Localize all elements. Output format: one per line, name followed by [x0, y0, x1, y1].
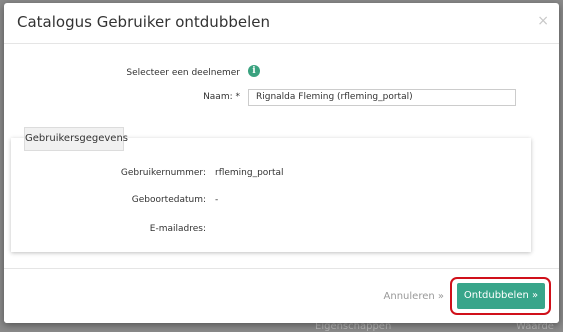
birthdate-value: -	[215, 195, 219, 205]
user-details-title: Gebruikersgegevens	[24, 127, 128, 151]
user-number-label: Gebruikernummer:	[120, 168, 206, 178]
dialog-header: Catalogus Gebruiker ontdubbelen ×	[4, 3, 559, 44]
dialog-body: Selecteer een deelnemer i Naam: * Rignal…	[4, 44, 559, 272]
cancel-button[interactable]: Annuleren »	[384, 291, 444, 302]
dialog-title: Catalogus Gebruiker ontdubbelen	[17, 13, 270, 31]
dialog-footer: Annuleren » Ontdubbelen »	[4, 268, 559, 323]
info-icon[interactable]: i	[248, 65, 260, 77]
select-participant-label: Selecteer een deelnemer	[126, 68, 240, 78]
name-label: Naam: *	[203, 92, 240, 102]
merge-button[interactable]: Ontdubbelen »	[457, 283, 545, 309]
email-label: E-mailadres:	[149, 224, 206, 234]
close-icon[interactable]: ×	[537, 14, 549, 28]
merge-user-dialog: Catalogus Gebruiker ontdubbelen × Select…	[4, 3, 559, 323]
name-field[interactable]: Rignalda Fleming (rfleming_portal)	[248, 89, 516, 106]
birthdate-label: Geboortedatum:	[131, 195, 206, 205]
user-number-value: rfleming_portal	[215, 168, 284, 178]
